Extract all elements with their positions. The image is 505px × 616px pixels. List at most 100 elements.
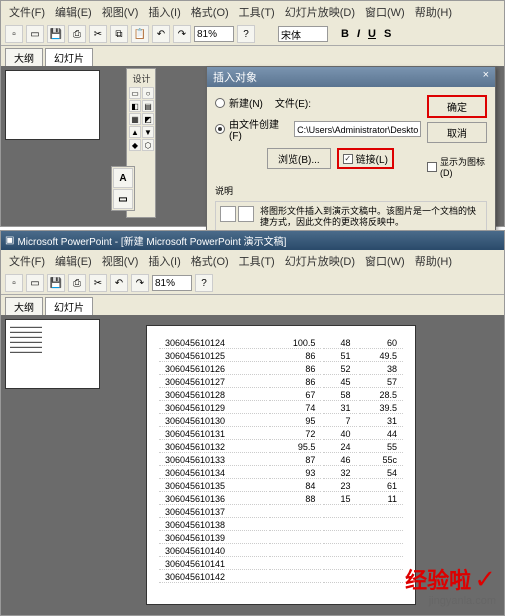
table-row: 306045610139 <box>159 533 403 544</box>
table-cell <box>269 507 321 518</box>
undo-icon[interactable]: ↶ <box>110 274 128 292</box>
tab-slides[interactable]: 幻灯片 <box>45 48 93 66</box>
table-cell <box>269 572 321 583</box>
menu-file[interactable]: 文件(F) <box>5 3 49 21</box>
showicon-label: 显示为图标(D) <box>440 155 487 178</box>
side-palette-top: A ▭ <box>111 166 135 211</box>
menu-help[interactable]: 帮助(H) <box>411 3 456 21</box>
browse-button[interactable]: 浏览(B)... <box>267 148 331 169</box>
menu-window[interactable]: 窗口(W) <box>361 252 409 270</box>
ok-button[interactable]: 确定 <box>427 95 487 118</box>
tool-icon[interactable]: ▼ <box>142 126 154 138</box>
text-tool-icon[interactable]: A <box>113 168 133 188</box>
shape-tool-icon[interactable]: ▭ <box>113 189 133 209</box>
tool-icon[interactable]: ▭ <box>129 87 141 99</box>
open-icon[interactable]: ▭ <box>26 25 44 43</box>
table-cell: 74 <box>269 403 321 414</box>
zoom-field[interactable]: 81% <box>152 275 192 291</box>
menu-edit[interactable]: 编辑(E) <box>51 252 96 270</box>
menu-insert[interactable]: 插入(I) <box>144 252 184 270</box>
open-icon[interactable]: ▭ <box>26 274 44 292</box>
cut-icon[interactable]: ✂ <box>89 25 107 43</box>
paste-icon[interactable]: 📋 <box>131 25 149 43</box>
bold-button[interactable]: B <box>341 28 349 40</box>
table-row: 306045610136881511 <box>159 494 403 505</box>
row-browse: 浏览(B)... ✓ 链接(L) <box>267 148 421 169</box>
tab-slides[interactable]: 幻灯片 <box>45 297 93 315</box>
radio-new[interactable] <box>215 98 225 108</box>
zoom-field[interactable]: 81% <box>194 26 234 42</box>
tool-icon[interactable]: ◆ <box>129 139 141 151</box>
row-fromfile: 由文件创建(F) <box>215 116 421 142</box>
menu-edit[interactable]: 编辑(E) <box>51 3 96 21</box>
table-cell: 306045610127 <box>159 377 267 388</box>
print-icon[interactable]: ⎙ <box>68 25 86 43</box>
help-icon[interactable]: ? <box>237 25 255 43</box>
menu-file[interactable]: 文件(F) <box>5 252 49 270</box>
tool-icon[interactable]: ▦ <box>129 113 141 125</box>
tool-icon[interactable]: ▲ <box>129 126 141 138</box>
italic-button[interactable]: I <box>357 28 360 40</box>
desc-icons <box>220 206 254 228</box>
menu-help[interactable]: 帮助(H) <box>411 252 456 270</box>
file-path-input[interactable] <box>294 121 421 137</box>
copy-icon[interactable]: ⧉ <box>110 25 128 43</box>
toolbar-top: ▫ ▭ 💾 ⎙ ✂ ⧉ 📋 ↶ ↷ 81% ? 宋体 B I U S <box>1 23 504 46</box>
close-icon[interactable]: × <box>483 69 489 85</box>
shadow-button[interactable]: S <box>384 28 391 40</box>
table-row: 30604561013295.52455 <box>159 442 403 453</box>
table-cell <box>269 559 321 570</box>
table-cell: 58 <box>323 390 356 401</box>
slide-thumb-1[interactable] <box>5 70 100 140</box>
table-cell: 306045610137 <box>159 507 267 518</box>
table-cell: 87 <box>269 455 321 466</box>
tool-icon[interactable]: ○ <box>142 87 154 99</box>
table-cell <box>323 572 356 583</box>
table-cell: 55c <box>359 455 403 466</box>
menu-format[interactable]: 格式(O) <box>187 252 233 270</box>
radio-fromfile[interactable] <box>215 124 225 134</box>
print-icon[interactable]: ⎙ <box>68 274 86 292</box>
titlebar-bottom[interactable]: ▣ Microsoft PowerPoint - [新建 Microsoft P… <box>1 231 504 250</box>
menu-tools[interactable]: 工具(T) <box>235 3 279 21</box>
cancel-button[interactable]: 取消 <box>427 122 487 143</box>
tab-outline[interactable]: 大纲 <box>5 297 43 315</box>
table-cell: 306045610134 <box>159 468 267 479</box>
tab-outline[interactable]: 大纲 <box>5 48 43 66</box>
save-icon[interactable]: 💾 <box>47 274 65 292</box>
tool-icon[interactable]: ▤ <box>142 100 154 112</box>
dialog-body: 新建(N) 文件(E): 由文件创建(F) 浏览(B)... ✓ <box>207 87 495 241</box>
slide-1[interactable]: 306045610124100.54860306045610125865149.… <box>146 325 416 605</box>
showicon-checkbox[interactable] <box>427 162 437 172</box>
tool-icon[interactable]: ◧ <box>129 100 141 112</box>
menu-insert[interactable]: 插入(I) <box>144 3 184 21</box>
help-icon[interactable]: ? <box>195 274 213 292</box>
menu-format[interactable]: 格式(O) <box>187 3 233 21</box>
table-cell: 86 <box>269 351 321 362</box>
menu-window[interactable]: 窗口(W) <box>361 3 409 21</box>
tool-icon[interactable]: ⬡ <box>142 139 154 151</box>
menu-view[interactable]: 视图(V) <box>98 3 143 21</box>
undo-icon[interactable]: ↶ <box>152 25 170 43</box>
link-checkbox[interactable]: ✓ <box>343 154 353 164</box>
workspace-top: 设计 ▭ ○ ◧ ▤ ▦ ◩ ▲ ▼ ◆ ⬡ A ▭ 插入对象 × <box>1 66 504 226</box>
redo-icon[interactable]: ↷ <box>131 274 149 292</box>
slide-thumb-1[interactable]: ▬▬▬▬▬▬▬▬▬▬▬▬▬▬▬▬▬▬▬▬▬▬▬▬▬▬▬▬▬▬▬▬▬▬▬▬▬▬▬▬… <box>5 319 100 389</box>
table-cell: 306045610124 <box>159 338 267 349</box>
new-icon[interactable]: ▫ <box>5 25 23 43</box>
tool-icon[interactable]: ◩ <box>142 113 154 125</box>
menu-tools[interactable]: 工具(T) <box>235 252 279 270</box>
menu-slideshow[interactable]: 幻灯片放映(D) <box>281 252 359 270</box>
font-field[interactable]: 宋体 <box>278 26 328 42</box>
save-icon[interactable]: 💾 <box>47 25 65 43</box>
palette-header[interactable]: 设计 <box>129 71 154 86</box>
table-cell: 48 <box>323 338 356 349</box>
underline-button[interactable]: U <box>368 28 376 40</box>
cut-icon[interactable]: ✂ <box>89 274 107 292</box>
menu-view[interactable]: 视图(V) <box>98 252 143 270</box>
new-icon[interactable]: ▫ <box>5 274 23 292</box>
redo-icon[interactable]: ↷ <box>173 25 191 43</box>
dialog-titlebar[interactable]: 插入对象 × <box>207 67 495 87</box>
table-cell <box>323 520 356 531</box>
menu-slideshow[interactable]: 幻灯片放映(D) <box>281 3 359 21</box>
